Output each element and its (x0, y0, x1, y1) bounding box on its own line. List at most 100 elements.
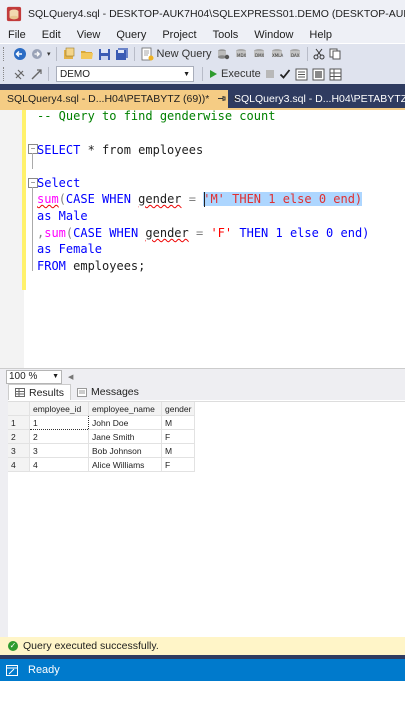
menu-query[interactable]: Query (108, 29, 154, 41)
menu-file[interactable]: File (0, 29, 34, 41)
svg-text:DAX: DAX (291, 53, 300, 58)
blank-area (0, 681, 405, 720)
column-header-employee-id[interactable]: employee_id (29, 402, 89, 416)
results-tab-strip: Results Messages (0, 384, 405, 400)
database-engine-query-icon[interactable] (216, 46, 230, 62)
selected-text: 'M' THEN 1 else 0 end) (203, 192, 363, 206)
menu-view[interactable]: View (69, 29, 109, 41)
column-header-employee-name[interactable]: employee_name (88, 402, 162, 416)
database-select[interactable]: DEMO ▼ (56, 66, 194, 82)
cell-gender[interactable]: F (161, 457, 196, 472)
ssms-app-icon (6, 6, 22, 21)
cell-employee-id[interactable]: 2 (29, 429, 89, 444)
toolbar-separator (48, 67, 49, 81)
new-query-button[interactable]: New Query (140, 46, 212, 62)
toolbar-grip[interactable] (3, 67, 7, 81)
change-connection-icon[interactable] (30, 66, 43, 82)
connect-icon[interactable] (13, 66, 26, 82)
chevron-down-icon: ▼ (183, 70, 190, 78)
menu-project[interactable]: Project (154, 29, 204, 41)
table-row[interactable]: 1 1 John Doe M (8, 415, 196, 430)
pin-icon[interactable] (217, 94, 226, 105)
keyword-from: FROM (37, 259, 66, 273)
cell-employee-name[interactable]: Bob Johnson (88, 443, 162, 458)
cell-gender[interactable]: M (161, 443, 196, 458)
forward-icon[interactable] (31, 46, 43, 62)
menu-window[interactable]: Window (246, 29, 301, 41)
row-number[interactable]: 1 (8, 415, 30, 430)
save-icon[interactable] (98, 46, 111, 62)
column-header-gender[interactable]: gender (161, 402, 196, 416)
cell-employee-name[interactable]: Alice Williams (88, 457, 162, 472)
parse-checkmark-icon[interactable] (279, 66, 291, 82)
unsaved-change-indicator (22, 110, 26, 290)
grid-corner[interactable] (8, 402, 30, 416)
keyword-select: SELECT (37, 143, 81, 157)
zoom-select[interactable]: 100 % ▼ (6, 369, 62, 384)
table-row[interactable]: 4 4 Alice Williams F (8, 457, 196, 472)
menu-help[interactable]: Help (301, 29, 340, 41)
display-estimated-plan-icon[interactable] (295, 66, 308, 82)
new-query-icon (141, 47, 154, 61)
table-row[interactable]: 2 2 Jane Smith F (8, 429, 196, 444)
copy-icon[interactable] (329, 46, 341, 62)
code-line-select-all: SELECT * from employees (37, 142, 203, 158)
standard-toolbar: ▾ New Query MDX DMX XMLA DAX (0, 44, 405, 64)
cell-gender[interactable]: M (161, 415, 196, 430)
cell-employee-id[interactable]: 3 (29, 443, 89, 458)
results-grid-area: employee_id employee_name gender 1 1 Joh… (8, 401, 405, 638)
tab-results[interactable]: Results (8, 384, 72, 400)
scroll-left-icon[interactable]: ◀ (68, 373, 73, 381)
cell-employee-name[interactable]: John Doe (88, 415, 162, 430)
function-sum: sum (44, 226, 66, 240)
new-project-icon[interactable] (62, 46, 76, 62)
success-check-icon: ✓ (8, 641, 18, 651)
row-number[interactable]: 2 (8, 429, 30, 444)
string-literal: 'F' (210, 226, 233, 240)
menu-edit[interactable]: Edit (34, 29, 69, 41)
xmla-query-icon[interactable]: XMLA (270, 46, 284, 62)
cell-gender[interactable]: F (161, 429, 196, 444)
menu-tools[interactable]: Tools (205, 29, 247, 41)
zoom-bar: 100 % ▼ ◀ (0, 368, 405, 384)
results-to-grid-icon[interactable] (329, 66, 342, 82)
column-gender: gender (138, 192, 182, 206)
tab-sqlquery3[interactable]: SQLQuery3.sql - D...H04\PETABYTZ (71) (230, 90, 405, 108)
row-number[interactable]: 4 (8, 457, 30, 472)
toolbar-separator (306, 47, 308, 61)
dax-query-icon[interactable]: DAX (288, 46, 302, 62)
mdx-query-icon[interactable]: MDX (234, 46, 248, 62)
cell-employee-id[interactable]: 1 (29, 415, 89, 430)
toolbar-grip[interactable] (3, 47, 7, 61)
tab-messages[interactable]: Messages (71, 385, 145, 400)
grid-header-row: employee_id employee_name gender (8, 402, 196, 416)
results-grid: employee_id employee_name gender 1 1 Joh… (8, 402, 196, 472)
save-all-icon[interactable] (115, 46, 129, 62)
output-window-icon[interactable] (6, 664, 18, 676)
cell-employee-name[interactable]: Jane Smith (88, 429, 162, 444)
svg-text:XMLA: XMLA (272, 53, 284, 58)
cut-icon[interactable] (313, 46, 325, 62)
code-line-from: FROM employees; (37, 258, 145, 274)
row-number[interactable]: 3 (8, 443, 30, 458)
table-row[interactable]: 3 3 Bob Johnson M (8, 443, 196, 458)
stop-icon[interactable] (265, 66, 275, 82)
table-name: employees; (65, 259, 146, 273)
open-file-icon[interactable] (80, 46, 94, 62)
dropdown-chevron-icon[interactable]: ▾ (47, 46, 51, 62)
status-text: Ready (28, 664, 60, 676)
code-line-comment: -- Query to find genderwise count (37, 108, 275, 124)
cell-employee-id[interactable]: 4 (29, 457, 89, 472)
code-line-sum-female: ,sum(CASE WHEN gender = 'F' THEN 1 else … (37, 225, 369, 241)
results-left-gutter (0, 384, 8, 637)
outline-guide (32, 187, 33, 271)
dmx-query-icon[interactable]: DMX (252, 46, 266, 62)
code-line-as-male: as Male (37, 208, 88, 224)
tab-sqlquery4[interactable]: SQLQuery4.sql - D...H04\PETABYTZ (69))* … (0, 90, 240, 108)
new-query-label: New Query (156, 48, 212, 60)
query-options-icon[interactable] (312, 66, 325, 82)
editor-margin (0, 110, 24, 368)
back-icon[interactable] (13, 46, 27, 62)
toolbar-separator (202, 67, 203, 81)
execute-button[interactable]: Execute (208, 66, 261, 82)
